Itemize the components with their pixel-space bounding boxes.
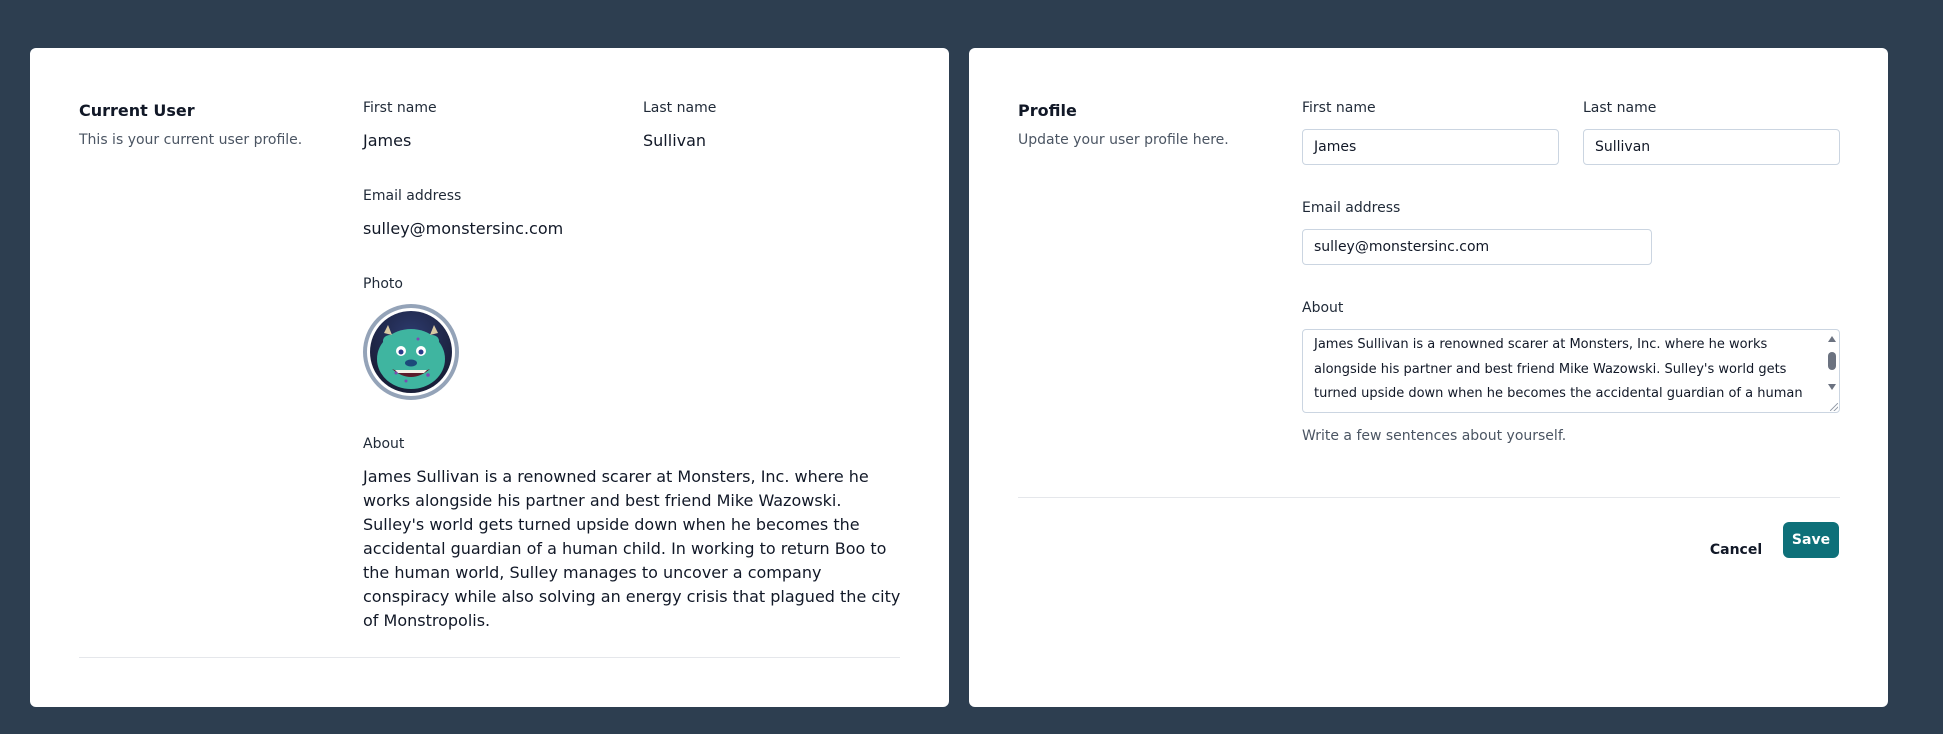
profile-description: Update your user profile here.: [1018, 132, 1229, 148]
about-text: James Sullivan is a renowned scarer at M…: [363, 467, 901, 630]
avatar: [363, 304, 459, 400]
photo-label: Photo: [363, 276, 403, 292]
email-value: sulley@monstersinc.com: [363, 219, 564, 238]
email-input[interactable]: sulley@monstersinc.com: [1302, 229, 1652, 265]
scroll-up-icon[interactable]: [1828, 336, 1836, 342]
current-user-description: This is your current user profile.: [79, 132, 303, 148]
first-name-input[interactable]: James: [1302, 129, 1559, 165]
last-name-value: Sullivan: [643, 131, 707, 150]
profile-title: Profile: [1018, 101, 1077, 120]
last-name-label: Last name: [643, 100, 717, 116]
profile-form-card: Profile Update your user profile here. F…: [969, 48, 1888, 707]
about-help-text: Write a few sentences about yourself.: [1302, 428, 1567, 444]
last-name-label: Last name: [1583, 100, 1657, 116]
email-label: Email address: [363, 188, 462, 204]
scroll-thumb[interactable]: [1828, 352, 1836, 370]
first-name-label: First name: [363, 100, 437, 116]
first-name-value: James: [363, 131, 412, 150]
monster-avatar-icon: [377, 325, 445, 389]
last-name-input[interactable]: Sullivan: [1583, 129, 1840, 165]
about-label: About: [363, 436, 405, 452]
about-textarea-wrapper: James Sullivan is a renowned scarer at M…: [1302, 329, 1840, 413]
save-button[interactable]: Save: [1783, 522, 1839, 558]
current-user-card: Current User This is your current user p…: [30, 48, 949, 707]
avatar-image: [370, 311, 452, 393]
cancel-button[interactable]: Cancel: [1708, 532, 1764, 568]
resize-handle-icon[interactable]: [1830, 403, 1838, 411]
current-user-title: Current User: [79, 101, 195, 120]
first-name-label: First name: [1302, 100, 1376, 116]
scroll-down-icon[interactable]: [1828, 384, 1836, 390]
about-label: About: [1302, 300, 1344, 316]
email-label: Email address: [1302, 200, 1401, 216]
about-textarea[interactable]: James Sullivan is a renowned scarer at M…: [1302, 329, 1840, 413]
divider: [79, 657, 900, 658]
divider: [1018, 497, 1840, 498]
textarea-scrollbar[interactable]: [1826, 332, 1838, 406]
